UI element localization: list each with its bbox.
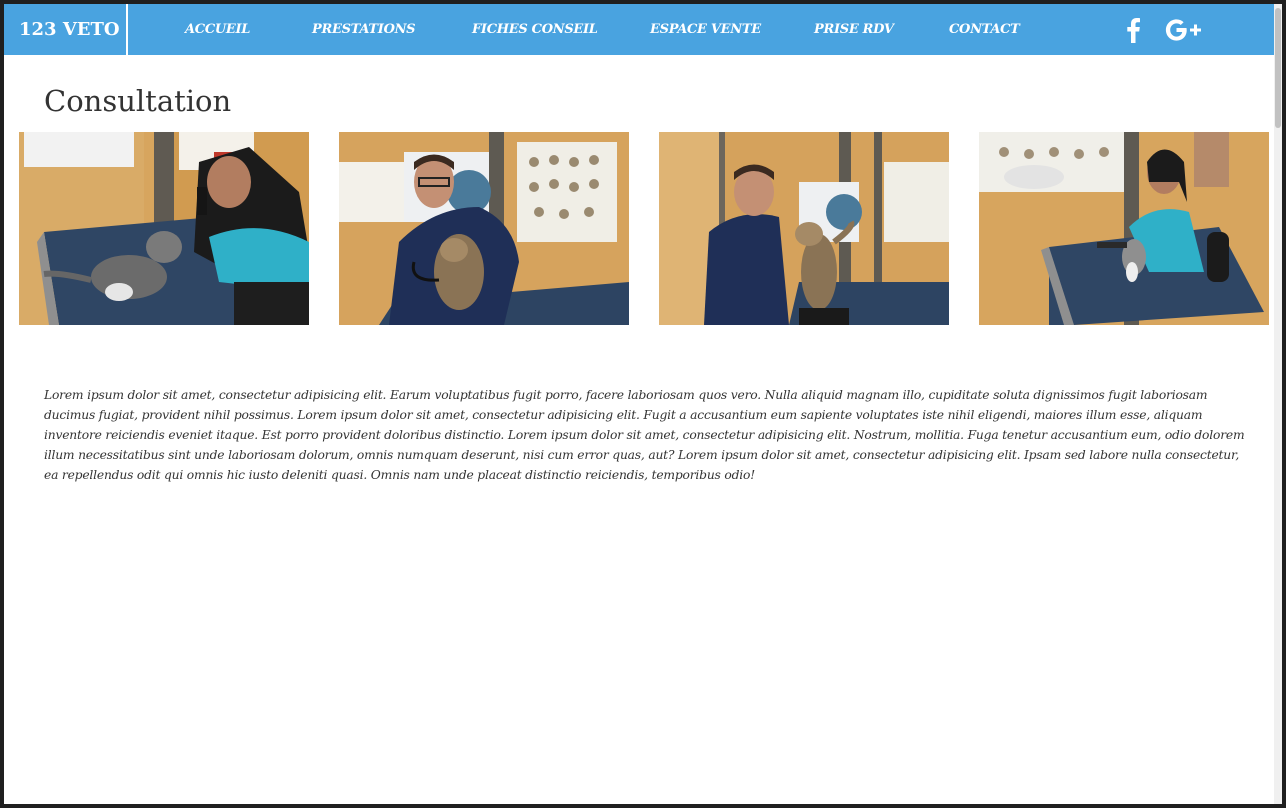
site-logo[interactable]: 123 VETO (4, 4, 128, 55)
consultation-photo-1 (19, 132, 309, 325)
page-title: Consultation (44, 84, 232, 118)
nav-item-contact[interactable]: CONTACT (949, 4, 1020, 55)
nav-item-espace-vente[interactable]: ESPACE VENTE (650, 4, 761, 55)
consultation-photo-3 (659, 132, 949, 325)
page-body-text: Lorem ipsum dolor sit amet, consectetur … (44, 388, 1245, 482)
facebook-icon[interactable] (1125, 4, 1141, 55)
google-plus-icon[interactable] (1165, 4, 1203, 55)
vertical-scrollbar[interactable] (1274, 4, 1282, 804)
scrollbar-thumb[interactable] (1275, 8, 1281, 128)
nav-item-prise-rdv[interactable]: PRISE RDV (814, 4, 894, 55)
nav-item-accueil[interactable]: ACCUEIL (185, 4, 250, 55)
consultation-photo-2 (339, 132, 629, 325)
browser-page: 123 VETO ACCUEIL PRESTATIONS FICHES CONS… (4, 4, 1282, 804)
top-navbar: 123 VETO ACCUEIL PRESTATIONS FICHES CONS… (4, 4, 1278, 55)
consultation-photo-4 (979, 132, 1269, 325)
nav-item-fiches-conseil[interactable]: FICHES CONSEIL (472, 4, 598, 55)
nav-item-prestations[interactable]: PRESTATIONS (312, 4, 416, 55)
